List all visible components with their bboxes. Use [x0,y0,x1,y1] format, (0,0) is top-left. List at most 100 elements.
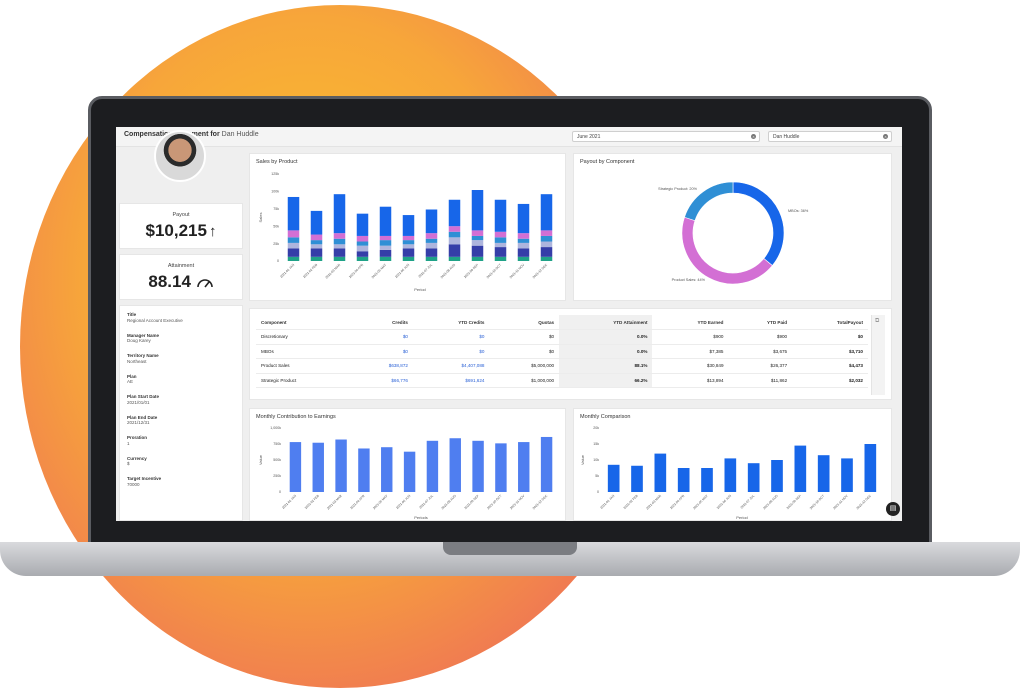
column-header[interactable]: YTD Earned [652,315,729,330]
x-tick-label: 2021-12 DEC [532,262,549,279]
x-tick-label: 2021-03 MAR [324,262,341,279]
table-cell: $13,894 [652,373,729,388]
bar-segment [425,209,438,234]
compare-chart: 20k 15k 10k 5k 02021-01 JAN 2021-02 FEB 2021-0… [580,426,877,520]
column-header[interactable]: Quotas [489,315,560,330]
bar [817,455,830,492]
table-cell: $2,032 [792,373,868,388]
profile-value: 1 [127,440,130,446]
table-cell[interactable]: $0 [412,344,490,359]
bar-segment [471,240,484,246]
components-table: Component Credits YTD Credits Quotas YTD Att… [256,315,868,388]
x-tick-label: 2021-06 JUN [716,493,733,510]
profile-label: Plan Start Date [127,394,160,399]
y-axis-label: Sales [258,212,263,222]
bar-segment [471,245,484,257]
bar-segment [356,256,369,261]
profile-value: 70000 [127,481,140,487]
employee-select-value: Dan Huddle [773,134,800,140]
table-cell: Strategic Product [256,373,352,388]
profile-item: Target Incentive 70000 [127,476,161,487]
slice-label: Product Sales: 44% [672,278,706,282]
x-tick-label: 2021-03 MAR [645,493,662,510]
sales-chart: 125k 100k 75k 50k 25k 02021-01 JAN 2021-02 FEB… [258,172,553,292]
bar-segment [540,241,553,248]
bar-segment [310,244,323,249]
bar-segment [310,210,323,235]
y-tick-label: 25k [273,242,279,246]
chat-icon[interactable]: ▤ [886,502,900,516]
column-header[interactable]: YTD Attainment [559,315,653,330]
bar [472,440,484,492]
x-tick-label: 2021-08 AUG [762,494,779,511]
bar-segment [448,244,461,257]
bar-segment [540,235,553,242]
y-tick-label: 75k [273,207,279,211]
table-cell[interactable]: $4,407,088 [412,358,490,374]
bar-segment [379,249,392,257]
table-cell[interactable]: $0 [351,329,413,345]
bar [358,448,370,492]
bar-segment [402,215,415,236]
table-cell[interactable]: $0 [412,329,490,345]
x-tick-label: 2021-09 SEP [464,494,480,510]
table-cell[interactable]: $638,872 [351,358,413,374]
table-cell[interactable]: $0 [351,344,413,359]
bar-segment [356,241,369,246]
bar-segment [448,226,461,232]
table-cell: MBOs [256,344,352,359]
bar-segment [494,237,507,243]
profile-item: Title Regional Account Executive [127,312,183,323]
x-tick-label: 2021-01 JAN [599,493,615,509]
bar-segment [379,235,392,241]
y-tick-label: 5k [595,474,599,478]
x-tick-label: 2021-05 MAY [371,262,388,279]
header-bar: Compensation Statement for Dan Huddle Ju… [116,127,902,147]
title-employee: Dan Huddle [221,131,259,138]
bar-segment [356,251,369,257]
employee-select[interactable]: Dan Huddle × [768,131,892,142]
export-icon[interactable]: ⧉ [875,318,879,325]
column-header[interactable]: TotalPayout [792,315,868,330]
bar-segment [425,256,438,261]
table-cell: Product Sales [256,358,352,374]
table-cell[interactable]: $691,624 [412,373,490,388]
x-tick-label: 2021-08 AUG [440,263,457,280]
bar-segment [333,244,346,249]
profile-value: $ [127,461,130,467]
table-cell: $0 [489,344,560,359]
x-tick-label: 2021-12 DEC [532,493,549,510]
table-cell: 66.2% [559,373,653,388]
bar [495,443,507,492]
bar-segment [494,231,507,238]
table-cell[interactable]: $66,776 [351,373,413,388]
table-cell: $7,385 [652,344,729,359]
table-cell: 0.0% [559,344,653,359]
x-tick-label: 2021-02 FEB [623,494,639,510]
profile-value: 2021/12/31 [127,420,150,426]
gauge-icon [196,278,213,288]
column-header[interactable]: Credits [351,315,413,330]
bar-segment [402,248,415,257]
period-select[interactable]: June 2021 × [572,131,760,142]
clear-icon[interactable]: × [751,134,756,139]
column-header[interactable]: YTD Credits [412,315,490,330]
bar [771,460,783,492]
bar-segment [379,245,392,250]
column-header[interactable]: Component [256,315,352,330]
bar [677,468,690,492]
clear-icon[interactable]: × [883,134,888,139]
table-cell: $30,849 [652,358,729,374]
profile-value: Northeast [127,358,147,364]
components-table-card: Component Credits YTD Credits Quotas YTD Att… [249,308,892,400]
column-header[interactable]: YTD Paid [728,315,793,330]
bar-segment [448,199,461,227]
x-tick-label: 2021-07 JUL [417,263,433,279]
bar [403,451,416,492]
y-tick-label: 20k [593,426,599,430]
x-tick-label: 2021-06 JUN [394,262,411,279]
app-screen: Compensation Statement for Dan Huddle Ju… [116,127,902,521]
payout-value: $10,215 ↑ [120,221,242,241]
payout-donut-chart: MBOs: 36% Product Sales: 44% Strategic Pro… [658,181,809,285]
bar-segment [471,230,484,236]
